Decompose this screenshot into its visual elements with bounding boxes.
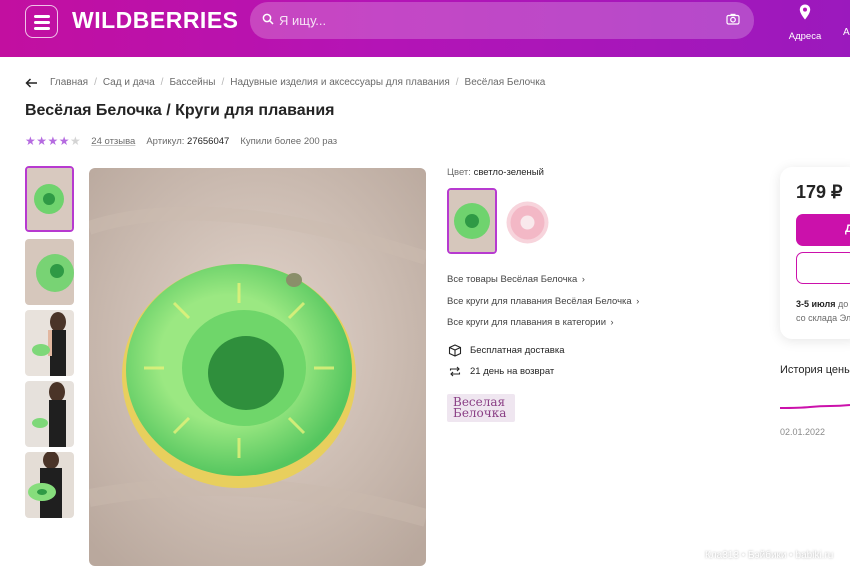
price: 179 ₽ <box>796 182 843 202</box>
return-arrows-icon <box>449 366 461 377</box>
box-icon <box>448 344 462 357</box>
product-meta: ★★★★★ 24 отзыва Артикул: 27656047 Купили… <box>25 134 337 148</box>
brand-rings-link[interactable]: Все круги для плавания Весёлая Белочка › <box>447 295 667 308</box>
breadcrumb-separator: / <box>94 77 97 88</box>
page-title: Весёлая Белочка / Круги для плавания <box>25 102 335 119</box>
back-arrow-icon[interactable] <box>25 77 38 88</box>
rating-stars: ★★★★★ <box>25 134 82 148</box>
category-rings-link[interactable]: Все круги для плавания в категории › <box>447 316 667 329</box>
addresses-button[interactable]: Адреса <box>785 4 825 42</box>
reviews-link[interactable]: 24 отзыва <box>91 136 135 147</box>
header-cut-label: А <box>843 27 850 38</box>
breadcrumb-separator: / <box>160 77 164 88</box>
brand-logo[interactable]: Веселая Белочка <box>447 394 515 422</box>
logo[interactable]: WILDBERRIES <box>72 7 239 34</box>
menu-button[interactable] <box>25 5 58 38</box>
breadcrumb-separator: / <box>221 77 225 88</box>
article-info: Артикул: 27656047 <box>146 136 229 147</box>
thumbnail-girl-holding-ring[interactable] <box>25 452 74 518</box>
menu-icon <box>34 15 50 18</box>
breadcrumb-item[interactable]: Бассейны <box>169 77 215 88</box>
delivery-date-tail: до <box>838 299 849 309</box>
menu-icon-bar <box>34 21 50 24</box>
search-icon <box>262 13 274 25</box>
chevron-right-icon: › <box>608 317 614 327</box>
map-pin-icon <box>799 4 811 20</box>
free-delivery-text: Бесплатная доставка <box>470 345 565 356</box>
breadcrumb-item[interactable]: Сад и дача <box>103 77 155 88</box>
color-label-text: Цвет: <box>447 167 471 178</box>
article-label: Артикул: <box>146 135 185 147</box>
delivery-info: 3-5 июля до со склада Эл <box>796 297 850 325</box>
chevron-right-icon: › <box>633 295 640 306</box>
breadcrumb-item[interactable]: Надувные изделия и аксессуары для плаван… <box>230 77 450 88</box>
thumbnail-green-ring[interactable] <box>25 166 74 232</box>
article-number: 27656047 <box>187 135 230 147</box>
chevron-right-icon: › <box>579 274 585 284</box>
menu-icon-bar <box>34 27 50 30</box>
top-header: WILDBERRIES Я ищу... Адреса А <box>0 0 850 57</box>
brand-products-link-text: Все товары Весёлая Белочка <box>447 274 578 285</box>
brand-logo-line2: Белочка <box>453 406 507 420</box>
warehouse-info: со склада Эл <box>796 313 850 323</box>
thumbnail-green-ring-side[interactable] <box>25 239 74 305</box>
breadcrumb: Главная / Сад и дача / Бассейны / Надувн… <box>25 77 545 88</box>
free-delivery-feature: Бесплатная доставка <box>447 344 565 357</box>
price-history-date: 02.01.2022 <box>780 427 826 437</box>
brand-products-link[interactable]: Все товары Весёлая Белочка › <box>447 273 667 286</box>
watermark: Кла313 • Бэйбики • babiki.ru <box>697 547 850 566</box>
category-rings-link-text: Все круги для плавания в категории <box>447 317 606 328</box>
brand-rings-link-text: Все круги для плавания Весёлая Белочка <box>447 295 632 307</box>
search-input[interactable]: Я ищу... <box>250 2 754 39</box>
purchase-count: Купили более 200 раз <box>240 135 338 147</box>
return-policy-feature: 21 день на возврат <box>447 365 554 378</box>
price-history-line <box>780 404 850 409</box>
main-product-image[interactable] <box>89 168 426 566</box>
product-options: Цвет: светло-зеленый Все товары Весёлая … <box>447 167 639 422</box>
color-swatch-green[interactable] <box>447 188 497 254</box>
brand-links: Все товары Весёлая Белочка › Все круги д… <box>447 273 667 338</box>
color-label: Цвет: светло-зеленый <box>447 167 544 178</box>
search-placeholder: Я ищу... <box>279 13 327 28</box>
thumbnail-girl-with-ring[interactable] <box>25 310 74 376</box>
buy-box: 179 ₽ Д 3-5 июля до со склада Эл <box>780 167 850 339</box>
delivery-date: 3-5 июля <box>796 299 836 309</box>
addresses-label: Адреса <box>788 31 822 42</box>
return-policy-text: 21 день на возврат <box>470 366 555 377</box>
breadcrumb-item[interactable]: Весёлая Белочка <box>465 77 546 88</box>
add-to-cart-button[interactable]: Д <box>796 214 850 246</box>
buy-now-button[interactable] <box>796 252 850 284</box>
color-value: светло-зеленый <box>473 167 544 178</box>
breadcrumb-separator: / <box>455 77 459 88</box>
color-swatch-pink[interactable] <box>505 200 550 245</box>
breadcrumb-item[interactable]: Главная <box>50 77 88 88</box>
thumbnail-girl-with-ring-2[interactable] <box>25 381 74 447</box>
camera-icon[interactable] <box>726 13 740 25</box>
price-history-title: История цены <box>780 364 850 376</box>
